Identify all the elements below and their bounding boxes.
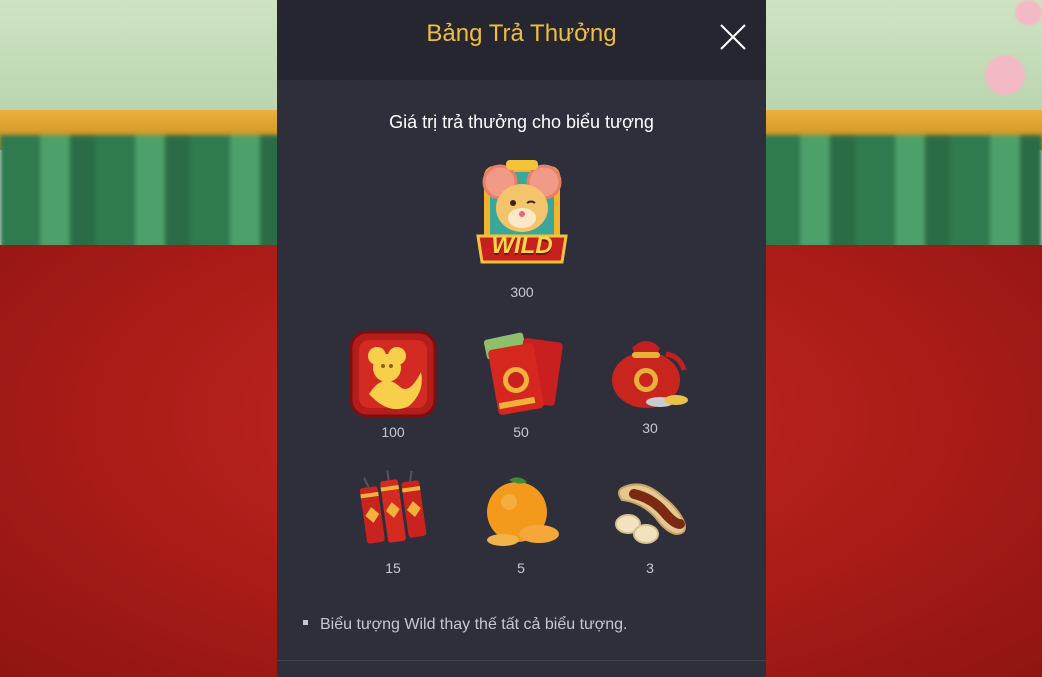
wild-note-text: Biểu tượng Wild thay thế tất cả biểu tượ… [320,616,628,633]
symbol-gold-mouse: 100 [343,328,443,440]
symbol-orange: 5 [471,472,571,576]
symbol-value: 100 [381,424,405,440]
symbol-value: 15 [385,560,401,576]
section-title: Giá trị trả thưởng cho biểu tượng [389,112,654,132]
paytable-modal: Bảng Trả Thưởng Giá trị trả thưởng cho b… [277,0,766,677]
wild-symbol: WILD 300 [467,158,577,300]
gold-mouse-emblem-icon [349,330,437,418]
bullet-icon [303,620,308,626]
peanuts-icon [615,483,686,544]
close-icon [720,24,746,50]
divider [277,660,766,661]
wild-value: 300 [510,284,534,300]
symbol-value: 50 [513,424,529,440]
red-envelope-money-icon [483,332,563,415]
symbol-peanuts: 3 [600,472,700,576]
symbol-value: 5 [517,560,525,576]
close-button[interactable] [718,22,748,52]
red-pouch-coins-icon [612,341,688,408]
symbol-value: 30 [642,420,658,436]
symbol-red-envelope: 50 [471,330,571,440]
wild-note: Biểu tượng Wild thay thế tất cả biểu tượ… [303,616,627,634]
blossom-icon [985,55,1025,95]
modal-title: Bảng Trả Thưởng [426,20,617,47]
blossom-icon [1015,0,1042,25]
symbol-value: 3 [646,560,654,576]
firecrackers-icon [359,470,427,544]
mandarin-orange-icon [487,477,559,546]
symbol-red-pouch: 30 [600,330,700,436]
symbol-firecrackers: 15 [343,470,443,576]
wild-label: WILD [491,232,553,259]
modal-header: Bảng Trả Thưởng [277,0,766,80]
